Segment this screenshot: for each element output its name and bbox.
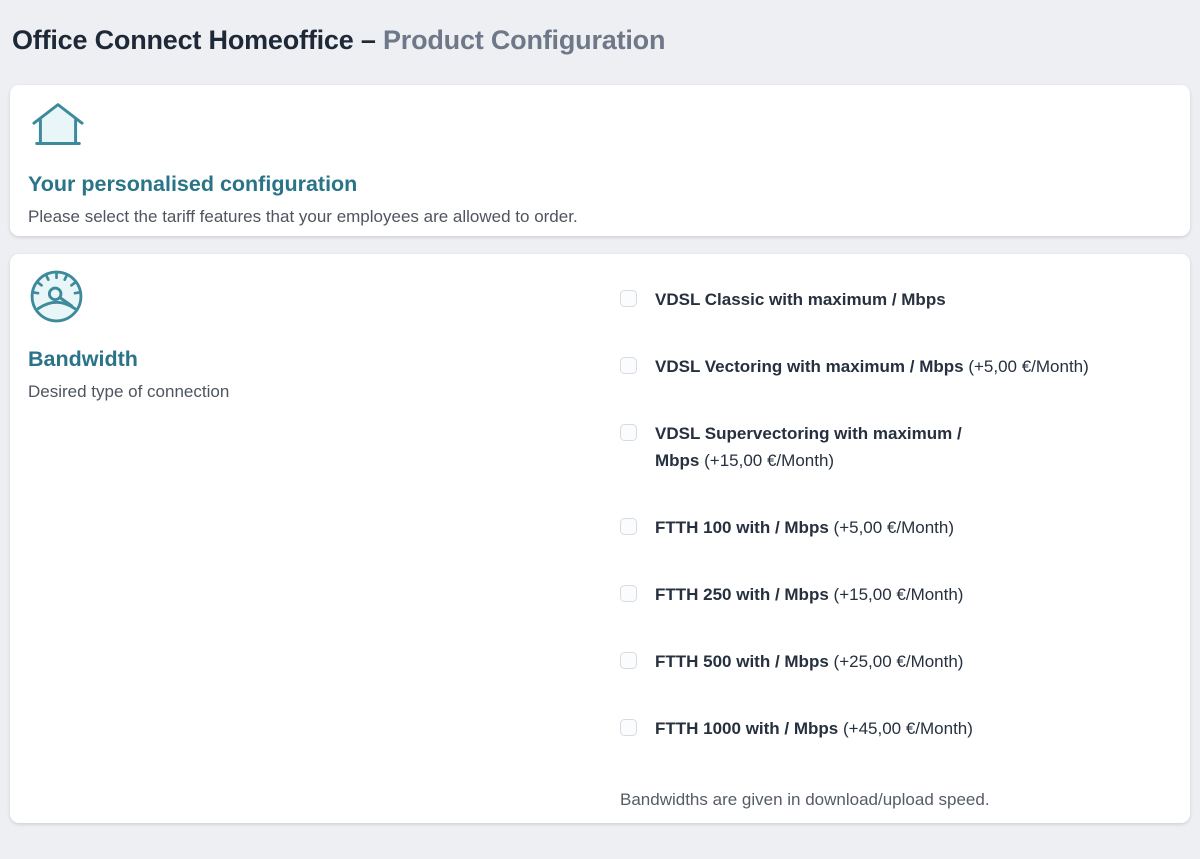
option-label: VDSL Classic with maximum / Mbps: [655, 290, 946, 309]
bandwidth-info-column: Bandwidth Desired type of connection: [28, 268, 599, 823]
page-title: Office Connect Homeoffice – Product Conf…: [12, 24, 1188, 56]
option-price: (+15,00 €/Month): [834, 585, 964, 604]
checkbox-ftth-250[interactable]: [620, 585, 637, 602]
option-label: VDSL Vectoring with maximum / Mbps: [655, 357, 964, 376]
option-row-vdsl-classic[interactable]: VDSL Classic with maximum / Mbps: [620, 286, 1166, 313]
option-row-ftth-1000[interactable]: FTTH 1000 with / Mbps (+45,00 €/Month): [620, 715, 1166, 742]
option-row-vdsl-vectoring[interactable]: VDSL Vectoring with maximum / Mbps (+5,0…: [620, 353, 1166, 380]
option-row-ftth-250[interactable]: FTTH 250 with / Mbps (+15,00 €/Month): [620, 581, 1166, 608]
bandwidth-note: Bandwidths are given in download/upload …: [620, 789, 1166, 811]
option-price: (+5,00 €/Month): [968, 357, 1089, 376]
option-row-vdsl-supervectoring[interactable]: VDSL Supervectoring with maximum / Mbps …: [620, 420, 1166, 474]
checkbox-vdsl-supervectoring[interactable]: [620, 424, 637, 441]
checkbox-vdsl-classic[interactable]: [620, 290, 637, 307]
checkbox-ftth-1000[interactable]: [620, 719, 637, 736]
option-label: FTTH 500 with / Mbps: [655, 652, 829, 671]
option-label: FTTH 1000 with / Mbps: [655, 719, 838, 738]
bandwidth-description: Desired type of connection: [28, 381, 599, 403]
house-icon: [28, 100, 1166, 155]
option-price: (+45,00 €/Month): [843, 719, 973, 738]
option-label: FTTH 250 with / Mbps: [655, 585, 829, 604]
bandwidth-options-column: VDSL Classic with maximum / Mbps VDSL Ve…: [599, 268, 1166, 823]
checkbox-ftth-100[interactable]: [620, 518, 637, 535]
option-price: (+15,00 €/Month): [704, 451, 834, 470]
bandwidth-card: Bandwidth Desired type of connection VDS…: [10, 254, 1190, 823]
page-title-main: Office Connect Homeoffice –: [12, 25, 376, 55]
intro-heading: Your personalised configuration: [28, 171, 1166, 197]
intro-card: Your personalised configuration Please s…: [10, 85, 1190, 236]
option-row-ftth-500[interactable]: FTTH 500 with / Mbps (+25,00 €/Month): [620, 648, 1166, 675]
checkbox-vdsl-vectoring[interactable]: [620, 357, 637, 374]
option-label: FTTH 100 with / Mbps: [655, 518, 829, 537]
option-price: (+5,00 €/Month): [834, 518, 955, 537]
page-title-sub: Product Configuration: [383, 25, 665, 55]
checkbox-ftth-500[interactable]: [620, 652, 637, 669]
option-price: (+25,00 €/Month): [834, 652, 964, 671]
speedometer-icon: [28, 268, 599, 330]
intro-description: Please select the tariff features that y…: [28, 206, 1166, 228]
option-row-ftth-100[interactable]: FTTH 100 with / Mbps (+5,00 €/Month): [620, 514, 1166, 541]
bandwidth-heading: Bandwidth: [28, 346, 599, 372]
